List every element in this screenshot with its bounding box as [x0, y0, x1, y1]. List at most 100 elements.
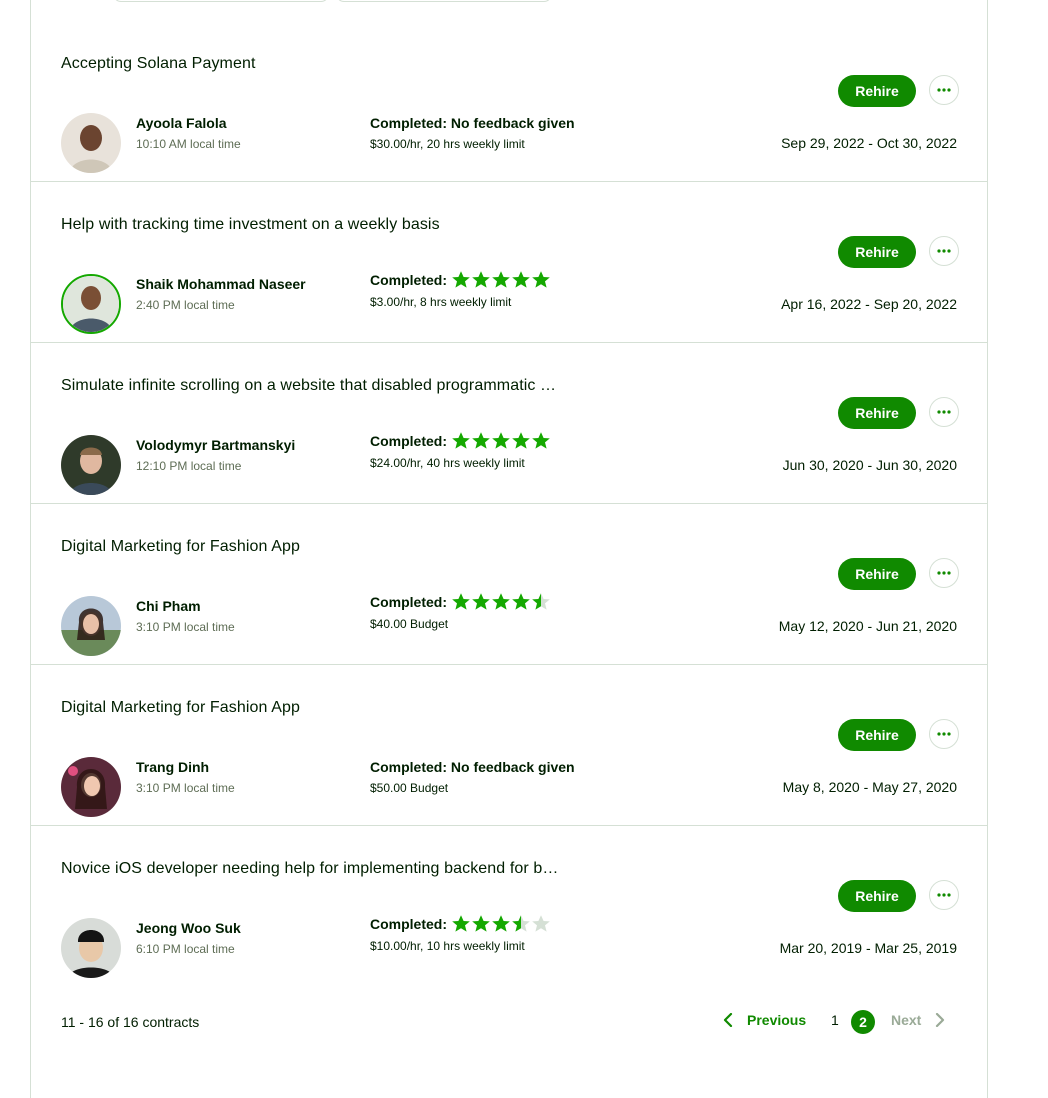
rehire-button[interactable]: Rehire [838, 236, 916, 268]
contract-rate: $30.00/hr, 20 hrs weekly limit [370, 137, 525, 151]
avatar[interactable] [61, 435, 121, 495]
star-icon [532, 432, 550, 449]
freelancer-name[interactable]: Jeong Woo Suk [136, 920, 241, 936]
rehire-button[interactable]: Rehire [838, 558, 916, 590]
contract-row: Simulate infinite scrolling on a website… [31, 343, 987, 504]
contract-row: Accepting Solana Payment Ayoola Falola 1… [31, 21, 987, 182]
more-options-button[interactable] [929, 397, 959, 427]
more-options-button[interactable] [929, 236, 959, 266]
local-time: 3:10 PM local time [136, 781, 235, 795]
filter-chip[interactable] [113, 0, 329, 2]
star-icon [512, 915, 530, 932]
contract-rate: $10.00/hr, 10 hrs weekly limit [370, 939, 525, 953]
star-rating [451, 592, 551, 612]
star-icon [472, 915, 490, 932]
contract-dates: Mar 20, 2019 - Mar 25, 2019 [779, 940, 957, 956]
ellipsis-icon [937, 249, 951, 253]
freelancer-name[interactable]: Shaik Mohammad Naseer [136, 276, 306, 292]
local-time: 2:40 PM local time [136, 298, 235, 312]
contract-rate: $40.00 Budget [370, 617, 449, 631]
more-options-button[interactable] [929, 719, 959, 749]
contract-title[interactable]: Accepting Solana Payment [61, 55, 256, 73]
contract-dates: May 12, 2020 - Jun 21, 2020 [778, 618, 957, 634]
local-time: 6:10 PM local time [136, 942, 235, 956]
status-label: Completed: No feedback given [370, 759, 575, 775]
contract-row: Help with tracking time investment on a … [31, 182, 987, 343]
avatar[interactable] [61, 757, 121, 817]
freelancer-name[interactable]: Volodymyr Bartmanskyi [136, 437, 295, 453]
contract-status: Completed: No feedback given [370, 115, 575, 131]
more-options-button[interactable] [929, 880, 959, 910]
contract-dates: Apr 16, 2022 - Sep 20, 2022 [781, 296, 957, 312]
star-rating [451, 914, 551, 934]
contract-rate: $24.00/hr, 40 hrs weekly limit [370, 456, 525, 470]
star-icon [532, 593, 550, 610]
star-icon [492, 915, 510, 932]
star-icon [512, 432, 530, 449]
status-label: Completed: No feedback given [370, 115, 575, 131]
ellipsis-icon [937, 88, 951, 92]
contract-title[interactable]: Simulate infinite scrolling on a website… [61, 377, 556, 395]
avatar[interactable] [61, 113, 121, 173]
more-options-button[interactable] [929, 75, 959, 105]
star-icon [492, 271, 510, 288]
star-rating [451, 270, 551, 290]
contract-title[interactable]: Digital Marketing for Fashion App [61, 699, 300, 717]
previous-page-button[interactable]: Previous [723, 1012, 806, 1028]
star-icon [492, 593, 510, 610]
filter-chip[interactable] [336, 0, 552, 2]
rehire-button[interactable]: Rehire [838, 397, 916, 429]
contract-status: Completed: [370, 431, 551, 451]
more-options-button[interactable] [929, 558, 959, 588]
local-time: 10:10 AM local time [136, 137, 241, 151]
ellipsis-icon [937, 571, 951, 575]
contract-status: Completed: [370, 592, 551, 612]
avatar[interactable] [61, 274, 121, 334]
contract-row: Digital Marketing for Fashion App Trang … [31, 665, 987, 826]
star-icon [512, 271, 530, 288]
star-icon [452, 593, 470, 610]
chevron-left-icon [723, 1013, 733, 1027]
star-rating [451, 431, 551, 451]
contract-rate: $50.00 Budget [370, 781, 449, 795]
status-label: Completed: [370, 594, 447, 610]
next-page-button[interactable]: Next [891, 1012, 945, 1028]
status-label: Completed: [370, 272, 447, 288]
contract-rate: $3.00/hr, 8 hrs weekly limit [370, 295, 512, 309]
contract-status: Completed: No feedback given [370, 759, 575, 775]
contracts-panel: Accepting Solana Payment Ayoola Falola 1… [30, 0, 988, 1098]
freelancer-name[interactable]: Chi Pham [136, 598, 201, 614]
page-2-button[interactable]: 2 [851, 1010, 875, 1034]
star-icon [472, 593, 490, 610]
star-icon [532, 271, 550, 288]
star-icon [532, 915, 550, 932]
contract-status: Completed: [370, 270, 551, 290]
rehire-button[interactable]: Rehire [838, 880, 916, 912]
page-1-button[interactable]: 1 [831, 1012, 839, 1028]
contract-row: Digital Marketing for Fashion App Chi Ph… [31, 504, 987, 665]
avatar[interactable] [61, 596, 121, 656]
freelancer-name[interactable]: Trang Dinh [136, 759, 209, 775]
local-time: 3:10 PM local time [136, 620, 235, 634]
contract-dates: Sep 29, 2022 - Oct 30, 2022 [781, 135, 957, 151]
status-label: Completed: [370, 433, 447, 449]
ellipsis-icon [937, 893, 951, 897]
contract-title[interactable]: Novice iOS developer needing help for im… [61, 860, 558, 878]
freelancer-name[interactable]: Ayoola Falola [136, 115, 227, 131]
contract-title[interactable]: Digital Marketing for Fashion App [61, 538, 300, 556]
next-label: Next [891, 1012, 922, 1028]
star-icon [512, 593, 530, 610]
star-icon [472, 432, 490, 449]
star-icon [452, 915, 470, 932]
star-icon [452, 432, 470, 449]
contract-status: Completed: [370, 914, 551, 934]
previous-label: Previous [747, 1012, 807, 1028]
avatar[interactable] [61, 918, 121, 978]
local-time: 12:10 PM local time [136, 459, 242, 473]
contract-count: 11 - 16 of 16 contracts [61, 1014, 200, 1030]
rehire-button[interactable]: Rehire [838, 75, 916, 107]
chevron-right-icon [936, 1013, 945, 1027]
rehire-button[interactable]: Rehire [838, 719, 916, 751]
contract-row: Novice iOS developer needing help for im… [31, 826, 987, 987]
contract-title[interactable]: Help with tracking time investment on a … [61, 216, 440, 234]
